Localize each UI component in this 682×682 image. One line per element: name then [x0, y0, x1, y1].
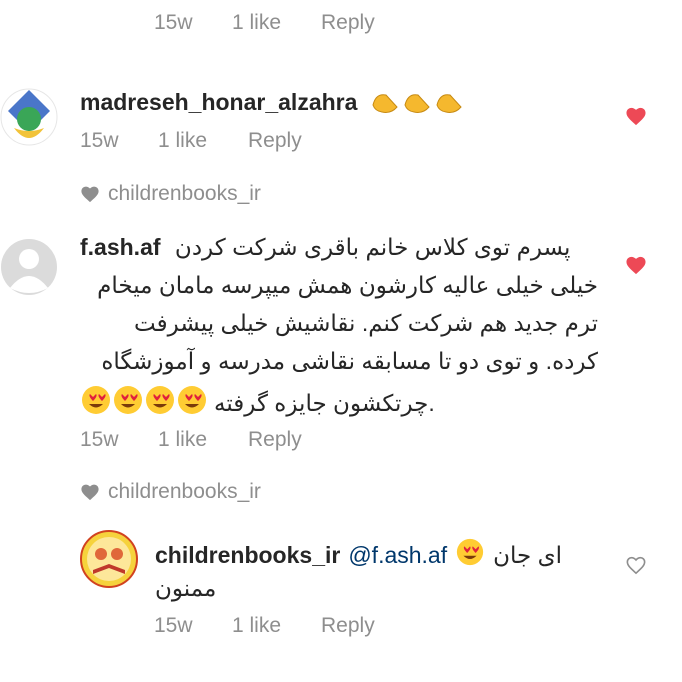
comment-text: خیلی خیلی عالیه کارشون همش میپرسه مامان …	[97, 272, 598, 298]
comment-line-1: f.ash.af پسرم توی کلاس خانم باقری شرکت ک…	[80, 234, 570, 261]
reply-text: ای جان	[493, 541, 563, 568]
comment-text: کرده. و توی دو تا مسابقه نقاشی مدرسه و آ…	[101, 348, 598, 374]
comment-text: .چرتکشون جایزه گرفته	[214, 389, 435, 416]
childrenbooks-logo-avatar	[80, 530, 138, 588]
heart-outline-icon[interactable]	[625, 555, 647, 575]
avatar[interactable]	[80, 530, 138, 588]
avatar[interactable]	[0, 234, 58, 300]
like-count-link[interactable]: 1 like	[232, 614, 281, 638]
reply-button[interactable]: Reply	[248, 129, 302, 153]
heart-eyes-emoji-icon	[455, 537, 485, 573]
liked-by-username: childrenbooks_ir	[108, 480, 261, 503]
username-link[interactable]: f.ash.af	[80, 234, 161, 260]
like-count-link[interactable]: 1 like	[158, 129, 207, 153]
heart-eyes-emoji-icon	[80, 384, 210, 422]
heart-icon[interactable]	[625, 106, 647, 126]
comment-header: madreseh_honar_alzahra	[80, 87, 468, 121]
comment-age: 15w	[154, 614, 193, 637]
liked-by-username: childrenbooks_ir	[108, 182, 261, 205]
comment-age: 15w	[80, 129, 119, 152]
liked-by-author: childrenbooks_ir	[80, 182, 261, 206]
heart-icon	[81, 484, 99, 501]
reply-button[interactable]: Reply	[321, 614, 375, 638]
comment-text: ترم جدید هم شرکت کنم. نقاشیش خیلی پیشرفت	[134, 310, 598, 336]
reply-line-1: childrenbooks_ir @f.ash.af ای جان	[155, 537, 562, 573]
heart-icon	[81, 186, 99, 203]
avatar[interactable]	[0, 84, 58, 150]
clapping-hands-icon	[370, 87, 468, 121]
username-link[interactable]: madreseh_honar_alzahra	[80, 89, 357, 115]
default-avatar	[1, 239, 57, 295]
username-link[interactable]: childrenbooks_ir	[155, 542, 340, 569]
heart-icon[interactable]	[625, 255, 647, 275]
reply-button[interactable]: Reply	[248, 428, 302, 452]
mention-link[interactable]: @f.ash.af	[348, 542, 447, 569]
school-logo-avatar	[0, 88, 58, 146]
like-count-link[interactable]: 1 like	[158, 428, 207, 452]
liked-by-author: childrenbooks_ir	[80, 480, 261, 504]
like-count-link[interactable]: 1 like	[232, 11, 281, 35]
reply-text: ممنون	[155, 575, 217, 601]
reply-button[interactable]: Reply	[321, 11, 375, 35]
comment-age: 15w	[154, 11, 193, 34]
comment-age: 15w	[80, 428, 119, 451]
comment-text: پسرم توی کلاس خانم باقری شرکت کردن	[174, 234, 571, 260]
comment-line-5: .چرتکشون جایزه گرفته	[80, 384, 435, 422]
